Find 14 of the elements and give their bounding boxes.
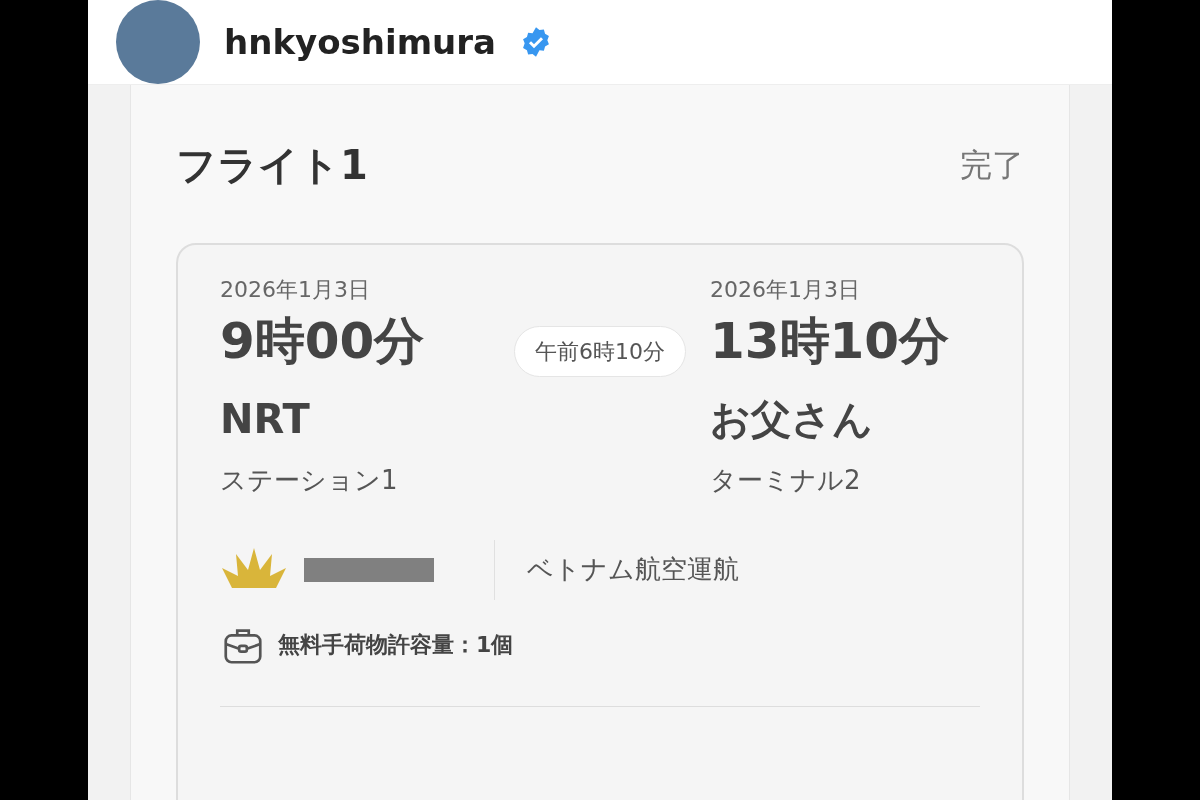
terminal-name: ターミナル2 xyxy=(710,463,862,497)
username[interactable]: hnkyoshimura xyxy=(224,16,496,68)
flight-title: フライト1 xyxy=(176,141,368,190)
flight-date: 2026年1月3日 xyxy=(220,276,371,304)
duration-pill: 午前6時10分 xyxy=(514,325,686,377)
operator-label: ベトナム航空運航 xyxy=(527,553,739,586)
flight-time: 13時10分 xyxy=(710,311,951,372)
baggage-allowance: 無料手荷物許容量：1個 xyxy=(278,631,514,659)
flight-date: 2026年1月3日 xyxy=(710,276,861,304)
status-label: 完了 xyxy=(960,145,1024,186)
flight-time: 9時00分 xyxy=(220,311,426,372)
airport-name: NRT xyxy=(220,394,311,444)
terminal-name: ステーション1 xyxy=(220,463,399,497)
airport-name: お父さん xyxy=(710,394,874,444)
